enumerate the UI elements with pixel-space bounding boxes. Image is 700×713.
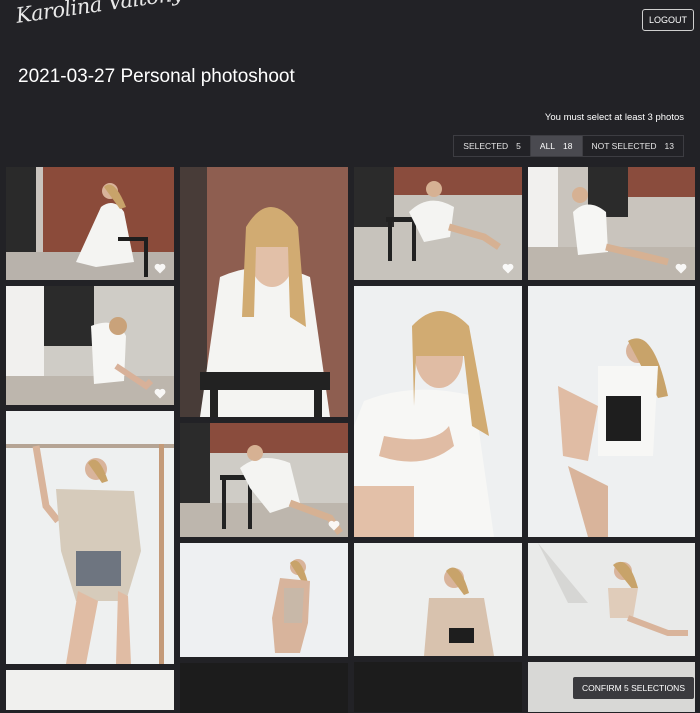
selection-notice: You must select at least 3 photos [544, 112, 684, 123]
photo-image [272, 559, 310, 653]
photo-thumbnail[interactable] [6, 286, 174, 405]
heart-icon[interactable] [154, 388, 166, 399]
photo-thumbnail[interactable] [528, 286, 695, 537]
filter-label: ALL [539, 141, 556, 151]
confirm-selections-button[interactable]: CONFIRM 5 SELECTIONS [573, 677, 694, 699]
photo-thumbnail[interactable] [6, 411, 174, 664]
photo-thumbnail[interactable] [354, 662, 522, 712]
brand-logo: Karolina Vaitonyte [14, 0, 204, 28]
photo-image [180, 167, 348, 417]
photo-image [354, 167, 522, 261]
photo-image [528, 167, 695, 280]
filter-count: 13 [664, 141, 674, 151]
photo-image [538, 543, 688, 636]
photo-thumbnail[interactable] [528, 543, 695, 656]
photo-image [6, 183, 174, 280]
logout-button[interactable]: LOGOUT [642, 9, 694, 31]
heart-icon[interactable] [675, 263, 687, 274]
photo-image [6, 286, 174, 405]
filter-label: SELECTED [463, 141, 509, 151]
photo-image [354, 311, 494, 537]
photo-thumbnail[interactable] [180, 167, 348, 417]
photo-thumbnail[interactable] [354, 167, 522, 280]
filter-label: NOT SELECTED [591, 141, 657, 151]
filter-not-selected[interactable]: NOT SELECTED 13 [583, 136, 684, 156]
filter-count: 18 [563, 141, 573, 151]
photo-thumbnail[interactable] [528, 167, 695, 280]
filter-tabs: SELECTED 5 ALL 18 NOT SELECTED 13 [453, 135, 684, 157]
heart-icon[interactable] [154, 263, 166, 274]
page-title: 2021-03-27 Personal photoshoot [18, 66, 295, 87]
photo-image [180, 423, 348, 537]
filter-selected[interactable]: SELECTED 5 [454, 136, 531, 156]
photo-thumbnail[interactable] [6, 670, 174, 710]
photo-thumbnail[interactable] [354, 543, 522, 656]
filter-all[interactable]: ALL 18 [530, 136, 583, 156]
heart-icon[interactable] [502, 263, 514, 274]
heart-icon[interactable] [328, 520, 340, 531]
photo-image [424, 567, 494, 656]
photo-image [558, 338, 668, 537]
photo-image [6, 444, 174, 664]
photo-thumbnail[interactable] [6, 167, 174, 280]
photo-thumbnail[interactable] [354, 286, 522, 537]
photo-thumbnail[interactable] [180, 423, 348, 537]
filter-count: 5 [516, 141, 521, 151]
photo-thumbnail[interactable] [180, 543, 348, 657]
